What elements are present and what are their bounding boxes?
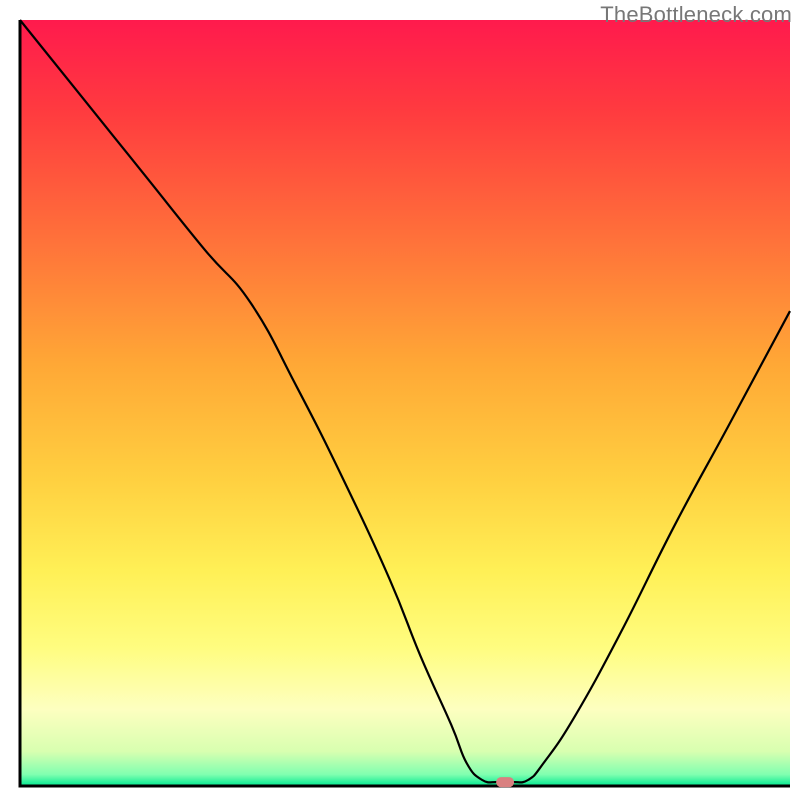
bottleneck-chart: TheBottleneck.com <box>0 0 800 800</box>
gradient-background <box>20 20 790 786</box>
optimal-marker <box>496 777 514 787</box>
watermark-text: TheBottleneck.com <box>600 2 792 28</box>
chart-svg <box>0 0 800 800</box>
